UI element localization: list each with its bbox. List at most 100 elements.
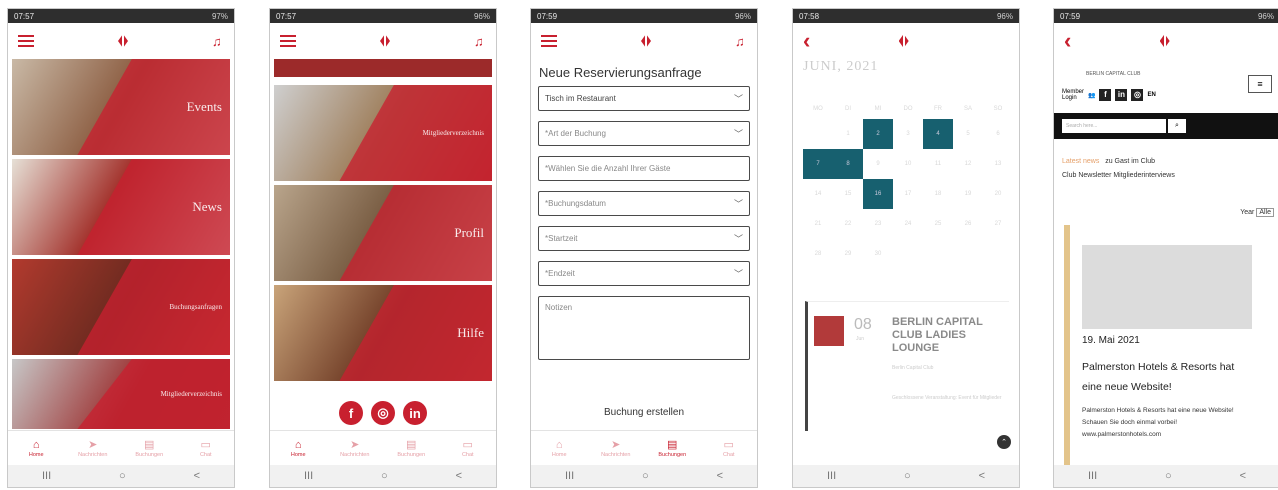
scroll-up-button[interactable]: ⌃: [997, 435, 1011, 449]
day-cell[interactable]: 11: [923, 149, 953, 179]
member-login-link[interactable]: Member Login: [1062, 89, 1084, 101]
instagram-icon[interactable]: ◎: [1131, 89, 1144, 101]
tile-bookings[interactable]: Buchungsanfragen: [12, 259, 230, 355]
day-cell[interactable]: 15: [833, 179, 863, 209]
day-cell[interactable]: 10: [893, 149, 923, 179]
home-circle-icon[interactable]: ○: [642, 470, 649, 482]
link-latest-news[interactable]: Latest news: [1062, 158, 1099, 165]
day-cell[interactable]: 19: [953, 179, 983, 209]
select-booking-type[interactable]: *Art der Buchung ﹀: [538, 121, 750, 146]
day-cell[interactable]: 23: [863, 209, 893, 239]
tile-help[interactable]: Hilfe: [274, 285, 492, 381]
tab-home[interactable]: ⌂ Home: [535, 439, 583, 458]
day-cell[interactable]: [983, 239, 1013, 269]
day-cell[interactable]: 20: [983, 179, 1013, 209]
select-start-time[interactable]: *Startzeit ﹀: [538, 226, 750, 251]
select-date[interactable]: *Buchungsdatum ﹀: [538, 191, 750, 216]
day-cell[interactable]: [923, 239, 953, 269]
linkedin-icon[interactable]: in: [1115, 89, 1128, 101]
site-search-input[interactable]: Search here...: [1062, 119, 1166, 133]
day-cell[interactable]: 8: [833, 149, 863, 179]
day-cell[interactable]: [893, 239, 923, 269]
day-cell[interactable]: 1: [833, 119, 863, 149]
day-cell[interactable]: 3: [893, 119, 923, 149]
back-chevron-icon[interactable]: ‹: [1064, 30, 1071, 52]
notes-textarea[interactable]: Notizen: [538, 296, 750, 360]
day-cell[interactable]: 17: [893, 179, 923, 209]
year-select[interactable]: Alle: [1256, 208, 1274, 217]
day-cell[interactable]: 7: [803, 149, 833, 179]
tab-news[interactable]: ➤ Nachrichten: [331, 439, 379, 458]
event-card[interactable]: 08 Jun BERLIN CAPITAL CLUB LADIES LOUNGE…: [805, 301, 1009, 431]
bell-icon[interactable]: ♫: [212, 35, 224, 48]
language-switch[interactable]: EN: [1147, 92, 1155, 98]
search-icon[interactable]: ⌕: [1168, 119, 1186, 133]
back-arrow-icon[interactable]: <: [194, 470, 200, 482]
tab-chat[interactable]: ▭ Chat: [705, 439, 753, 458]
tab-home[interactable]: ⌂ Home: [274, 439, 322, 458]
day-cell[interactable]: 2: [863, 119, 893, 149]
day-cell[interactable]: 16: [863, 179, 893, 209]
tab-bookings[interactable]: ▤ Buchungen: [648, 439, 696, 458]
menu-icon[interactable]: [18, 35, 34, 47]
recents-icon[interactable]: III: [827, 470, 836, 482]
tab-news[interactable]: ➤ Nachrichten: [592, 439, 640, 458]
day-cell[interactable]: 9: [863, 149, 893, 179]
tab-news[interactable]: ➤ Nachrichten: [69, 439, 117, 458]
year-filter[interactable]: Year Alle: [1240, 208, 1274, 217]
tab-chat[interactable]: ▭ Chat: [444, 439, 492, 458]
linkedin-icon[interactable]: in: [403, 401, 427, 425]
day-cell[interactable]: 29: [833, 239, 863, 269]
day-cell[interactable]: [803, 119, 833, 149]
user-icon[interactable]: 👥: [1088, 92, 1095, 99]
select-end-time[interactable]: *Endzeit ﹀: [538, 261, 750, 286]
create-booking-button[interactable]: Buchung erstellen: [531, 407, 757, 418]
tab-chat[interactable]: ▭ Chat: [182, 439, 230, 458]
day-cell[interactable]: 18: [923, 179, 953, 209]
facebook-icon[interactable]: f: [339, 401, 363, 425]
day-cell[interactable]: 6: [983, 119, 1013, 149]
facebook-icon[interactable]: f: [1099, 89, 1112, 101]
back-chevron-icon[interactable]: ‹: [803, 30, 810, 52]
tile-profile[interactable]: Profil: [274, 185, 492, 281]
home-circle-icon[interactable]: ○: [904, 470, 911, 482]
home-circle-icon[interactable]: ○: [1165, 470, 1172, 482]
tile-members[interactable]: Mitgliederverzeichnis: [12, 359, 230, 429]
tab-bookings[interactable]: ▤ Buchungen: [387, 439, 435, 458]
day-cell[interactable]: 21: [803, 209, 833, 239]
day-cell[interactable]: 12: [953, 149, 983, 179]
link-guest[interactable]: zu Gast im Club: [1105, 158, 1155, 165]
day-cell[interactable]: 26: [953, 209, 983, 239]
recents-icon[interactable]: III: [42, 470, 51, 482]
day-cell[interactable]: 30: [863, 239, 893, 269]
tile-events[interactable]: Events: [12, 59, 230, 155]
back-arrow-icon[interactable]: <: [717, 470, 723, 482]
day-cell[interactable]: 27: [983, 209, 1013, 239]
home-circle-icon[interactable]: ○: [381, 470, 388, 482]
day-cell[interactable]: 5: [953, 119, 983, 149]
tab-home[interactable]: ⌂ Home: [12, 439, 60, 458]
bell-icon[interactable]: ♫: [735, 35, 747, 48]
news-card[interactable]: 19. Mai 2021 Palmerston Hotels & Resorts…: [1064, 225, 1276, 465]
menu-icon[interactable]: [541, 35, 557, 47]
recents-icon[interactable]: III: [1088, 470, 1097, 482]
link-newsletter[interactable]: Club Newsletter Mitgliederinterviews: [1062, 172, 1175, 179]
site-menu-button[interactable]: ≡: [1248, 75, 1272, 93]
home-circle-icon[interactable]: ○: [119, 470, 126, 482]
bell-icon[interactable]: ♫: [474, 35, 486, 48]
day-cell[interactable]: 24: [893, 209, 923, 239]
tile-news[interactable]: News: [12, 159, 230, 255]
select-table[interactable]: Tisch im Restaurant ﹀: [538, 86, 750, 111]
back-arrow-icon[interactable]: <: [456, 470, 462, 482]
day-cell[interactable]: 4: [923, 119, 953, 149]
instagram-icon[interactable]: ◎: [371, 401, 395, 425]
day-cell[interactable]: 25: [923, 209, 953, 239]
recents-icon[interactable]: III: [304, 470, 313, 482]
menu-icon[interactable]: [280, 35, 296, 47]
day-cell[interactable]: 28: [803, 239, 833, 269]
day-cell[interactable]: 13: [983, 149, 1013, 179]
tab-bookings[interactable]: ▤ Buchungen: [125, 439, 173, 458]
back-arrow-icon[interactable]: <: [1240, 470, 1246, 482]
day-cell[interactable]: 14: [803, 179, 833, 209]
day-cell[interactable]: [953, 239, 983, 269]
